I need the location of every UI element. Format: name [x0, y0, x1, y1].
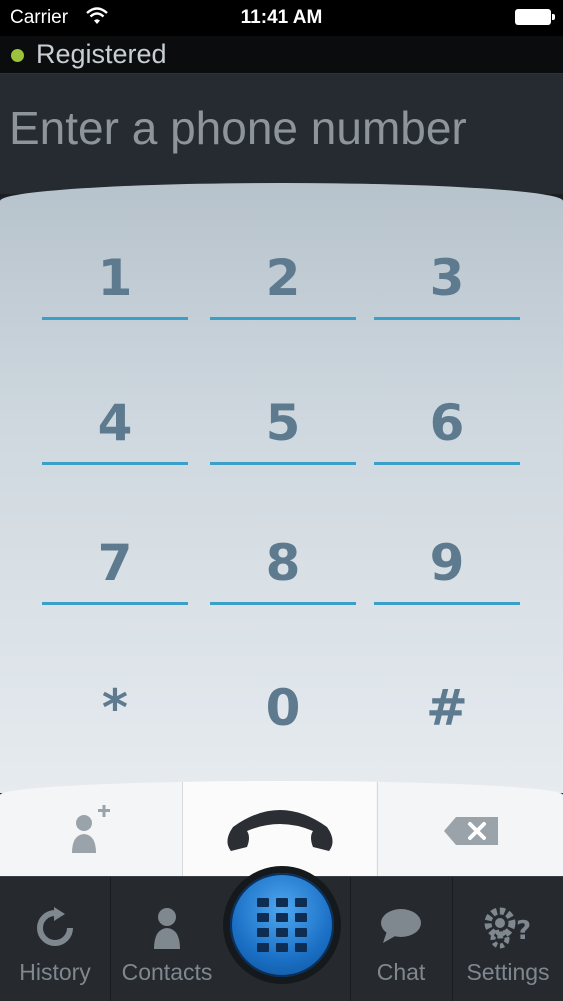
status-bar: Carrier 11:41 AM	[0, 0, 563, 36]
backspace-icon	[444, 817, 498, 845]
tab-chat-label: Chat	[376, 959, 426, 985]
gears-question-icon: ?	[484, 907, 531, 949]
phone-handset-icon	[227, 810, 333, 851]
registered-status-icon	[11, 49, 24, 62]
key-7-label: 7	[97, 534, 133, 592]
key-1-label: 1	[97, 249, 133, 307]
phone-number-placeholder: Enter a phone number	[9, 102, 467, 154]
key-5-label: 5	[265, 394, 301, 452]
add-contact-icon	[72, 805, 110, 853]
key-hash-label: #	[426, 679, 468, 737]
dial-keypad: 1 2 3 4 5 6 7 8 9 * 0 #	[0, 183, 563, 793]
chat-bubble-icon	[381, 909, 421, 943]
key-9-label: 9	[429, 534, 465, 592]
key-5[interactable]: 5	[210, 388, 356, 465]
clock: 11:41 AM	[240, 7, 323, 28]
key-0[interactable]: 0	[210, 673, 356, 743]
tab-contacts-label: Contacts	[121, 959, 213, 985]
add-contact-button[interactable]	[0, 781, 183, 886]
tab-chat[interactable]: Chat	[351, 877, 451, 1001]
key-2-label: 2	[265, 249, 301, 307]
key-0-label: 0	[265, 679, 301, 737]
key-hash[interactable]: #	[374, 673, 520, 743]
tab-settings-label: Settings	[466, 959, 550, 985]
keypad-button	[230, 873, 334, 977]
tab-history[interactable]: History	[0, 877, 110, 1001]
key-4[interactable]: 4	[42, 388, 188, 465]
person-icon	[154, 908, 180, 949]
key-4-label: 4	[97, 394, 133, 452]
key-2[interactable]: 2	[210, 243, 356, 320]
key-7[interactable]: 7	[42, 528, 188, 605]
key-6[interactable]: 6	[374, 388, 520, 465]
tab-contacts[interactable]: Contacts	[111, 877, 223, 1001]
key-star[interactable]: *	[42, 673, 188, 743]
key-1[interactable]: 1	[42, 243, 188, 320]
keypad-tab[interactable]	[223, 866, 341, 984]
registration-bar: Registered	[0, 36, 563, 74]
keypad-icon	[257, 898, 307, 952]
phone-number-field[interactable]: Enter a phone number	[0, 74, 563, 194]
tab-history-label: History	[19, 959, 91, 985]
svg-text:?: ?	[516, 916, 531, 946]
key-8-label: 8	[265, 534, 301, 592]
battery-icon	[515, 9, 555, 25]
key-star-label: *	[101, 679, 129, 737]
key-6-label: 6	[429, 394, 465, 452]
key-3-label: 3	[429, 249, 465, 307]
registration-status: Registered	[36, 39, 167, 69]
refresh-icon	[37, 907, 73, 946]
key-3[interactable]: 3	[374, 243, 520, 320]
key-9[interactable]: 9	[374, 528, 520, 605]
backspace-button[interactable]	[377, 781, 563, 886]
key-8[interactable]: 8	[210, 528, 356, 605]
tab-settings[interactable]: ? Settings	[453, 877, 563, 1001]
